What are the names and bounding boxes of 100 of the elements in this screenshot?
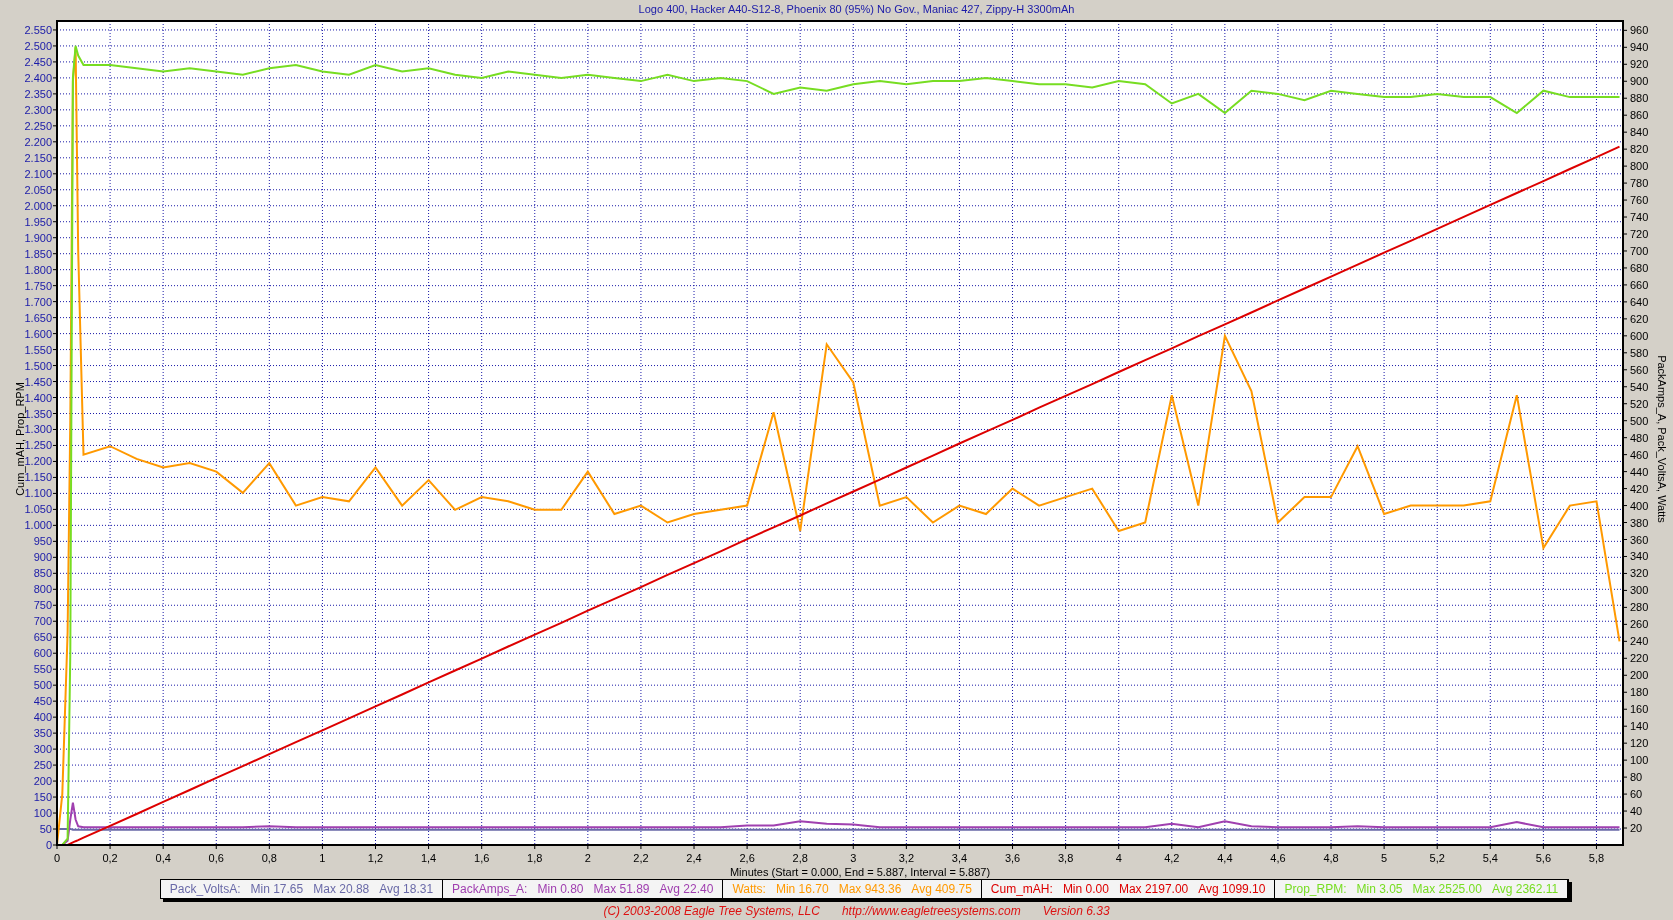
legend-label: Prop_RPM: bbox=[1284, 881, 1347, 898]
axis-tick-label: 1,8 bbox=[527, 852, 543, 864]
legend-stat: Avg 18.31 bbox=[379, 881, 434, 898]
axis-tick-label: 780 bbox=[1630, 177, 1649, 190]
version-text: Version 6.33 bbox=[1042, 903, 1110, 920]
axis-tick-label: 2.550 bbox=[24, 23, 52, 36]
axis-tick-label: 400 bbox=[33, 711, 52, 724]
axis-tick-label: 2.150 bbox=[24, 151, 52, 164]
axis-tick-label: 750 bbox=[33, 599, 52, 612]
legend-stat: Min 16.70 bbox=[775, 881, 829, 898]
website-link[interactable]: http://www.eagletreesystems.com bbox=[841, 902, 1021, 920]
axis-tick-label: 60 bbox=[1630, 788, 1643, 801]
axis-tick-label: 3,6 bbox=[1004, 852, 1021, 864]
axis-tick-label: 500 bbox=[1630, 414, 1649, 427]
axis-tick-label: 1.800 bbox=[24, 263, 52, 276]
axis-tick-label: 2.250 bbox=[24, 119, 52, 132]
axis-tick-label: 850 bbox=[33, 567, 52, 580]
axis-tick-label: 5,6 bbox=[1535, 852, 1551, 864]
axis-tick-label: 1.600 bbox=[24, 327, 52, 340]
axis-tick-label: 400 bbox=[1630, 499, 1649, 512]
axis-tick-label: 920 bbox=[1630, 58, 1649, 71]
legend-stat: Avg 2362.11 bbox=[1491, 881, 1559, 898]
axis-tick-label: 1.750 bbox=[24, 279, 52, 292]
axis-tick-label: 660 bbox=[1630, 278, 1649, 291]
axis-tick-label: 620 bbox=[1630, 312, 1649, 325]
axis-tick-label: 600 bbox=[33, 647, 52, 660]
axis-tick-label: 1.700 bbox=[24, 295, 52, 308]
axis-tick-label: 2.300 bbox=[24, 103, 52, 116]
legend-stat: Avg 22.40 bbox=[659, 881, 714, 898]
axis-tick-label: 380 bbox=[1630, 516, 1649, 529]
axis-tick-label: 40 bbox=[1630, 805, 1643, 818]
axis-tick-label: 1.050 bbox=[24, 503, 52, 516]
axis-tick-label: 640 bbox=[1630, 295, 1649, 308]
legend-stat: Min 17.65 bbox=[250, 881, 304, 898]
axis-tick-label: 200 bbox=[1630, 669, 1649, 682]
axis-tick-label: 5,2 bbox=[1429, 852, 1445, 864]
axis-tick-label: 20 bbox=[1630, 822, 1643, 835]
axis-tick-label: 560 bbox=[1630, 363, 1649, 376]
axis-tick-label: 4,6 bbox=[1270, 852, 1286, 864]
axis-tick-label: 3,2 bbox=[898, 852, 914, 864]
axis-tick-label: 2.050 bbox=[24, 183, 52, 196]
axis-tick-label: 240 bbox=[1630, 635, 1649, 648]
axis-tick-label: 550 bbox=[33, 663, 52, 676]
legend-label: Pack_VoltsA: bbox=[169, 881, 241, 898]
axis-tick-label: 2.100 bbox=[24, 167, 52, 180]
axis-tick-label: 4,4 bbox=[1217, 852, 1233, 864]
axis-tick-label: 700 bbox=[33, 615, 52, 628]
axis-tick-label: 100 bbox=[1630, 754, 1649, 767]
axis-tick-label: 0,2 bbox=[102, 852, 118, 864]
axis-tick-label: 4,2 bbox=[1164, 852, 1180, 864]
axis-tick-label: 2.200 bbox=[24, 135, 52, 148]
axis-tick-label: 480 bbox=[1630, 431, 1649, 444]
axis-tick-label: 300 bbox=[1630, 584, 1649, 597]
legend-label: PackAmps_A: bbox=[452, 881, 528, 898]
axis-tick-label: 1.250 bbox=[24, 439, 52, 452]
axis-tick-label: 180 bbox=[1630, 686, 1649, 699]
axis-tick-label: 880 bbox=[1630, 92, 1649, 105]
axis-tick-label: 5,8 bbox=[1588, 852, 1605, 864]
axis-tick-label: 140 bbox=[1630, 720, 1649, 733]
axis-tick-label: 3,8 bbox=[1057, 852, 1074, 864]
axis-tick-label: 720 bbox=[1630, 228, 1649, 240]
legend-stat: Min 0.80 bbox=[537, 881, 584, 898]
axis-tick-label: 160 bbox=[1630, 703, 1649, 716]
axis-tick-label: 1.400 bbox=[24, 391, 52, 404]
axis-tick-label: 100 bbox=[33, 807, 52, 820]
axis-tick-label: 1.450 bbox=[24, 375, 52, 388]
axis-tick-label: 1,2 bbox=[367, 852, 384, 864]
axis-tick-label: 900 bbox=[33, 551, 52, 564]
legend-label: Watts: bbox=[732, 881, 766, 898]
axis-tick-label: 1,4 bbox=[420, 852, 437, 864]
legend-stat: Max 51.89 bbox=[593, 881, 650, 898]
axis-tick-label: 5,4 bbox=[1482, 852, 1498, 864]
axis-tick-label: 250 bbox=[33, 759, 52, 772]
axis-tick-label: 1 bbox=[319, 852, 326, 864]
axis-tick-label: 420 bbox=[1630, 482, 1649, 495]
axis-tick-label: 2.400 bbox=[24, 71, 52, 84]
legend-stat: Max 943.36 bbox=[838, 881, 902, 898]
axis-tick-label: 3,4 bbox=[951, 852, 968, 864]
axis-tick-label: 520 bbox=[1630, 397, 1649, 410]
axis-tick-label: 4 bbox=[1115, 852, 1122, 864]
axis-tick-label: 150 bbox=[33, 791, 52, 804]
axis-tick-label: 50 bbox=[39, 823, 52, 835]
axis-tick-label: 600 bbox=[1630, 329, 1649, 342]
axis-tick-label: 5 bbox=[1381, 852, 1388, 864]
axis-tick-label: 1.300 bbox=[24, 423, 52, 436]
axis-tick-label: 280 bbox=[1630, 601, 1649, 614]
axis-tick-label: 220 bbox=[1630, 652, 1649, 665]
axis-title: Cum_mAH, Prop_RPM bbox=[14, 382, 26, 496]
axis-tick-label: 2.450 bbox=[24, 55, 52, 68]
legend-stat: Avg 409.75 bbox=[911, 881, 972, 898]
axis-tick-label: 1,6 bbox=[474, 852, 490, 864]
axis-tick-label: 740 bbox=[1630, 211, 1649, 224]
axis-tick-label: 200 bbox=[33, 775, 52, 788]
axis-tick-label: 0,4 bbox=[155, 852, 171, 864]
copyright-text: (C) 2003-2008 Eagle Tree Systems, LLC bbox=[603, 903, 820, 920]
legend-stat: Max 20.88 bbox=[313, 881, 370, 898]
axis-tick-label: 2,8 bbox=[792, 852, 808, 864]
axis-tick-label: 80 bbox=[1630, 771, 1643, 784]
axis-title: PackAmps_A, Pack_VoltsA, Watts bbox=[1656, 355, 1668, 523]
axis-tick-label: 450 bbox=[33, 695, 52, 708]
